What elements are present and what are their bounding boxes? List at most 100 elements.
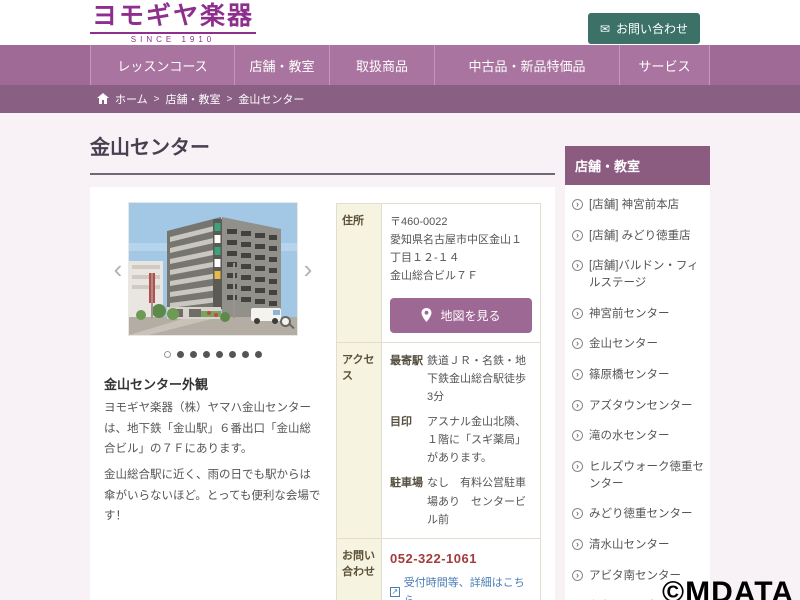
- building-photo[interactable]: [129, 203, 297, 335]
- sidebar-item[interactable]: › 篠原橋センター: [565, 360, 710, 391]
- carousel-column: ‹: [104, 203, 322, 600]
- access-sub-value: 鉄道ＪＲ・名鉄・地下鉄金山総合駅徒歩3分: [427, 352, 532, 406]
- main-nav: レッスンコース店舗・教室取扱商品中古品・新品特価品サービス: [0, 45, 800, 85]
- carousel-dot[interactable]: [203, 351, 210, 358]
- circle-arrow-icon: ›: [572, 508, 583, 519]
- view-map-button[interactable]: 地図を見る: [390, 298, 532, 333]
- sidebar-item-label: [店舗] 神宮前本店: [589, 197, 679, 214]
- circle-arrow-icon: ›: [572, 570, 583, 581]
- external-link-icon: ↗: [390, 587, 400, 597]
- address-line: 金山総合ビル７Ｆ: [390, 267, 532, 285]
- sidebar-item-label: 金山センター: [589, 336, 658, 353]
- content-area: 金山センター ‹: [0, 131, 800, 600]
- description-paragraph: 金山総合駅に近く、雨の日でも駅からは傘がいらないほど。とっても便利な会場です！: [104, 465, 322, 527]
- contact-label: お問い合わせ: [337, 539, 382, 600]
- carousel-next-button[interactable]: ›: [300, 256, 316, 282]
- breadcrumb-separator: >: [227, 94, 233, 105]
- sidebar-item[interactable]: › 金山センター: [565, 329, 710, 360]
- contact-row: お問い合わせ 052-322-1061 ↗ 受付時間等、詳細はこちら: [337, 539, 540, 600]
- sidebar-item[interactable]: ›[店舗]バルドン・フィルステージ: [565, 251, 710, 298]
- header-contact-button[interactable]: ✉ お問い合わせ: [588, 13, 700, 44]
- access-sub-row: 最寄駅鉄道ＪＲ・名鉄・地下鉄金山総合駅徒歩3分: [390, 352, 532, 406]
- access-sub-value: なし 有料公営駐車場あり センタービル前: [427, 474, 532, 528]
- address-value: 〒460-0022愛知県名古屋市中区金山１丁目１２-１４金山総合ビル７Ｆ 地図を…: [382, 204, 540, 342]
- sidebar-item[interactable]: › 清水山センター: [565, 530, 710, 561]
- circle-arrow-icon: ›: [572, 338, 583, 349]
- sidebar-item[interactable]: ›滝の水センター: [565, 421, 710, 452]
- nav-item[interactable]: レッスンコース: [90, 45, 235, 85]
- zoom-icon[interactable]: [280, 316, 291, 327]
- address-lines: 〒460-0022愛知県名古屋市中区金山１丁目１２-１４金山総合ビル７Ｆ: [390, 213, 532, 286]
- center-info-card: ‹: [90, 187, 555, 600]
- address-line: 愛知県名古屋市中区金山１丁目１２-１４: [390, 231, 532, 267]
- sidebar-item[interactable]: ›[店舗] みどり徳重店: [565, 221, 710, 252]
- sidebar-item-label: 清水山センター: [589, 537, 670, 554]
- info-column: 住所 〒460-0022愛知県名古屋市中区金山１丁目１２-１４金山総合ビル７Ｆ …: [336, 203, 541, 600]
- circle-arrow-icon: ›: [572, 199, 583, 210]
- breadcrumb: ホーム > 店舗・教室 > 金山センター: [0, 85, 800, 113]
- carousel-dot[interactable]: [255, 351, 262, 358]
- sidebar-item-label: 神宮前センター: [589, 306, 670, 323]
- header-contact-label: お問い合わせ: [616, 20, 688, 37]
- info-table: 住所 〒460-0022愛知県名古屋市中区金山１丁目１２-１４金山総合ビル７Ｆ …: [336, 203, 541, 600]
- watermark: ©MDATA: [662, 576, 794, 600]
- sidebar-item-label: ヒルズウォーク徳重センター: [589, 459, 706, 492]
- carousel-dot[interactable]: [164, 351, 171, 358]
- access-label: アクセス: [337, 343, 382, 538]
- carousel-dot[interactable]: [177, 351, 184, 358]
- access-sub-label: 目印: [390, 413, 427, 467]
- circle-arrow-icon: ›: [572, 260, 583, 271]
- circle-arrow-icon: ›: [572, 400, 583, 411]
- carousel-dot[interactable]: [242, 351, 249, 358]
- building-illustration: [129, 203, 297, 335]
- access-sub-row: 目印アスナル金山北隣、１階に「スギ薬局」があります。: [390, 413, 532, 467]
- sidebar-item[interactable]: ›ヒルズウォーク徳重センター: [565, 452, 710, 499]
- access-sub-label: 駐車場: [390, 474, 427, 528]
- center-description: ヨモギヤ楽器（株）ヤマハ金山センターは、地下鉄「金山駅」６番出口「金山総合ビル」…: [104, 398, 322, 527]
- sidebar-list: ›[店舗] 神宮前本店›[店舗] みどり徳重店›[店舗]バルドン・フィルステージ…: [565, 185, 710, 600]
- nav-item[interactable]: 取扱商品: [330, 45, 435, 85]
- logo-subtitle: SINCE 1910: [90, 35, 256, 44]
- map-pin-icon: [421, 308, 432, 322]
- carousel-dot[interactable]: [216, 351, 223, 358]
- envelope-icon: ✉: [600, 23, 610, 35]
- circle-arrow-icon: ›: [572, 539, 583, 550]
- sidebar-item-label: 篠原橋センター: [589, 367, 670, 384]
- sidebar-item[interactable]: ›神宮前センター: [565, 299, 710, 330]
- breadcrumb-home[interactable]: ホーム: [115, 91, 148, 107]
- sidebar: 店舗・教室 ›[店舗] 神宮前本店›[店舗] みどり徳重店›[店舗]バルドン・フ…: [565, 146, 710, 600]
- home-icon: [97, 93, 109, 104]
- address-label: 住所: [337, 204, 382, 342]
- photo-carousel: ‹: [104, 203, 322, 335]
- sidebar-item-label: [店舗] みどり徳重店: [589, 228, 691, 245]
- sidebar-item[interactable]: › アズタウンセンター: [565, 391, 710, 422]
- circle-arrow-icon: ›: [572, 369, 583, 380]
- photo-caption: 金山センター外観: [104, 374, 322, 393]
- contact-detail-label: 受付時間等、詳細はこちら: [404, 574, 532, 600]
- carousel-dot[interactable]: [229, 351, 236, 358]
- breadcrumb-shops[interactable]: 店舗・教室: [166, 91, 221, 107]
- access-row: アクセス 最寄駅鉄道ＪＲ・名鉄・地下鉄金山総合駅徒歩3分目印アスナル金山北隣、１…: [337, 343, 540, 539]
- access-sub-value: アスナル金山北隣、１階に「スギ薬局」があります。: [427, 413, 532, 467]
- page-title: 金山センター: [90, 131, 555, 175]
- nav-item[interactable]: 店舗・教室: [235, 45, 330, 85]
- carousel-prev-button[interactable]: ‹: [110, 256, 126, 282]
- nav-menu: レッスンコース店舗・教室取扱商品中古品・新品特価品サービス: [90, 45, 710, 85]
- sidebar-item-label: アズタウンセンター: [589, 398, 693, 415]
- circle-arrow-icon: ›: [572, 430, 583, 441]
- contact-detail-link[interactable]: ↗ 受付時間等、詳細はこちら: [390, 574, 532, 600]
- access-sub-label: 最寄駅: [390, 352, 427, 406]
- carousel-dot[interactable]: [190, 351, 197, 358]
- page: ヨモギヤ楽器 SINCE 1910 ✉ お問い合わせ レッスンコース店舗・教室取…: [0, 0, 800, 600]
- nav-item[interactable]: サービス: [620, 45, 710, 85]
- sidebar-item[interactable]: ›みどり徳重センター: [565, 499, 710, 530]
- sidebar-item[interactable]: › [店舗] 神宮前本店: [565, 190, 710, 221]
- address-line: 〒460-0022: [390, 213, 532, 231]
- contact-phone-number: 052-322-1061: [390, 548, 532, 569]
- description-paragraph: ヨモギヤ楽器（株）ヤマハ金山センターは、地下鉄「金山駅」６番出口「金山総合ビル」…: [104, 398, 322, 460]
- access-rows: 最寄駅鉄道ＪＲ・名鉄・地下鉄金山総合駅徒歩3分目印アスナル金山北隣、１階に「スギ…: [382, 343, 540, 538]
- site-logo[interactable]: ヨモギヤ楽器 SINCE 1910: [90, 3, 256, 44]
- view-map-label: 地図を見る: [440, 307, 500, 324]
- nav-item[interactable]: 中古品・新品特価品: [435, 45, 620, 85]
- breadcrumb-current: 金山センター: [238, 91, 304, 107]
